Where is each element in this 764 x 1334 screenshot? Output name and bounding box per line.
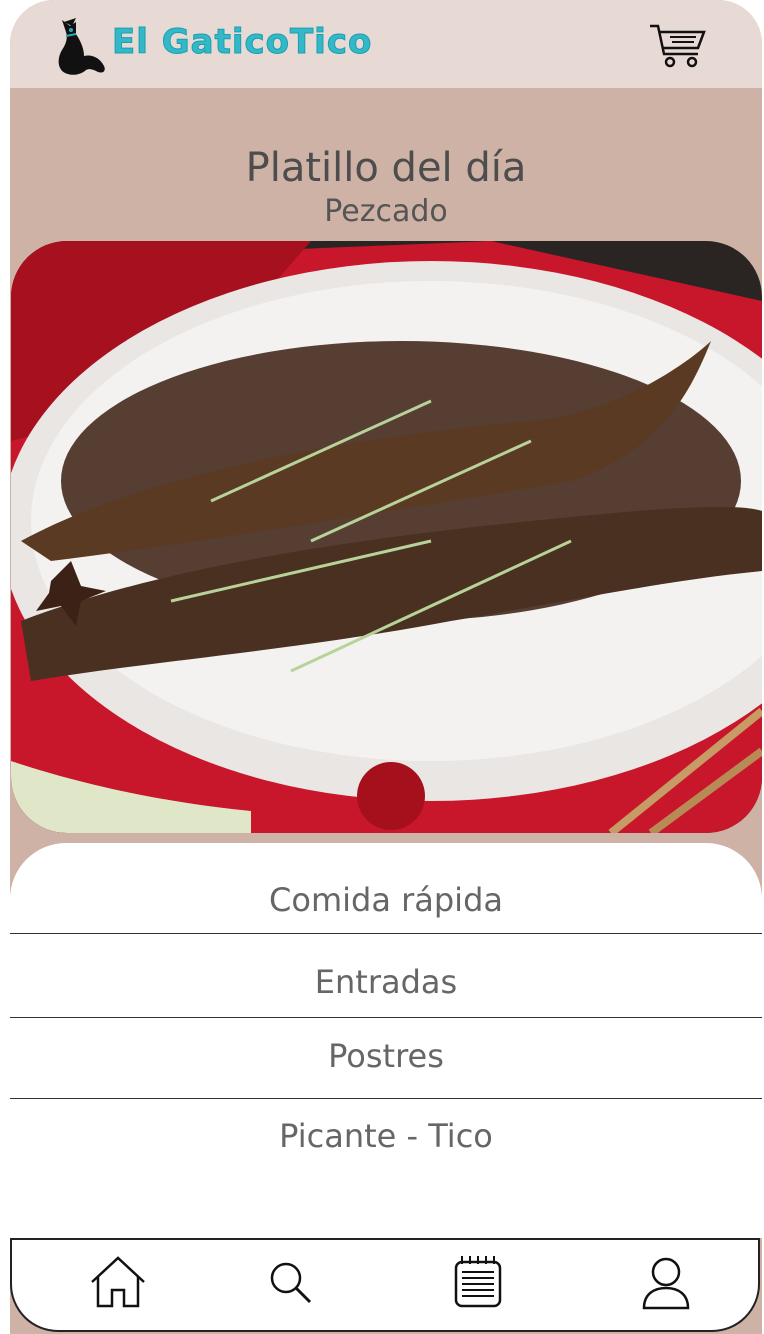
cat-logo-icon — [58, 18, 105, 75]
home-icon[interactable] — [88, 1254, 148, 1314]
category-desserts[interactable]: Postres — [10, 1037, 762, 1075]
featured-title: Platillo del día — [245, 145, 527, 191]
brand-name: El GaticoTico — [111, 22, 373, 63]
menu-list-icon[interactable] — [448, 1254, 508, 1314]
divider — [10, 1017, 762, 1018]
divider — [10, 1098, 762, 1099]
bottom-navigation — [10, 1238, 760, 1332]
app-screen: El GaticoTico Platillo del día Pezcado C… — [10, 0, 762, 1334]
app-header: El GaticoTico — [10, 0, 762, 89]
shopping-cart-icon[interactable] — [648, 22, 706, 70]
category-spicy-tico[interactable]: Picante - Tico — [10, 1117, 762, 1155]
featured-dish-image[interactable] — [11, 241, 762, 833]
search-icon[interactable] — [262, 1254, 322, 1314]
category-fast-food[interactable]: Comida rápida — [10, 881, 762, 919]
divider — [10, 933, 762, 934]
category-starters[interactable]: Entradas — [10, 963, 762, 1001]
featured-subtitle: Pezcado — [324, 194, 448, 229]
user-icon[interactable] — [636, 1254, 696, 1314]
category-menu: Comida rápida Entradas Postres Picante -… — [10, 843, 762, 1238]
